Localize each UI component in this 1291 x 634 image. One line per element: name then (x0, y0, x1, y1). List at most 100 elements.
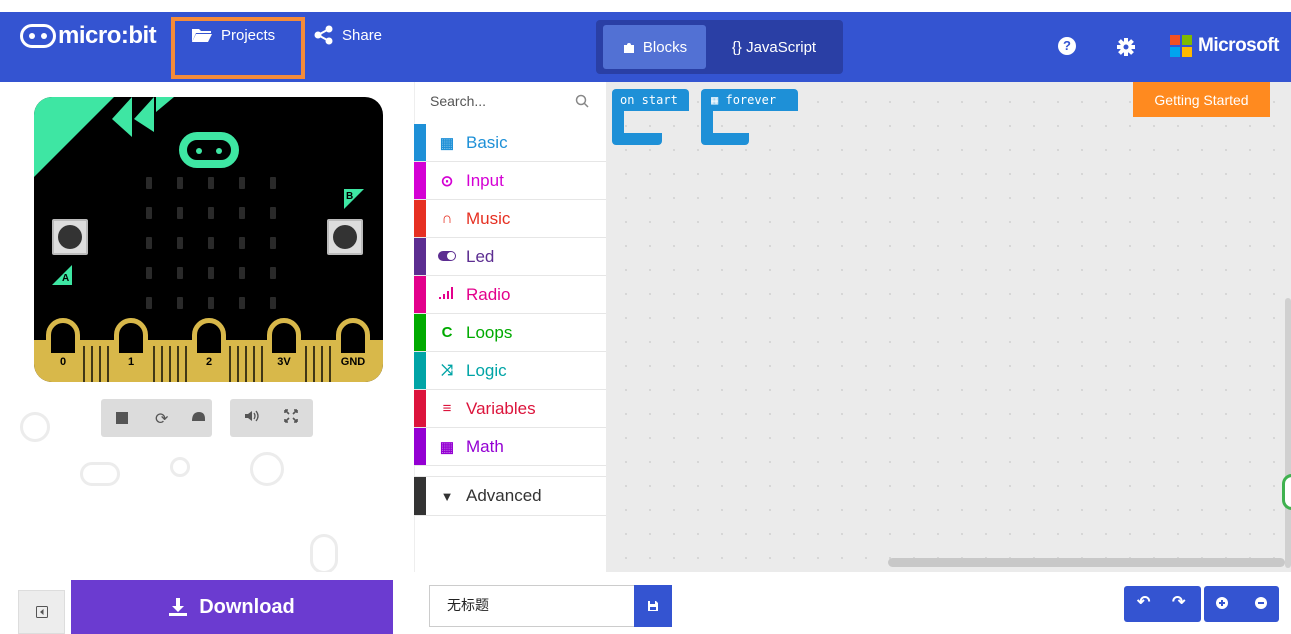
led-pixel (177, 267, 183, 279)
logo-text: micro:bit (58, 22, 157, 49)
projects-label: Projects (221, 26, 276, 44)
microsoft-logo[interactable]: Microsoft (1170, 35, 1280, 57)
lines-icon: ≡ (442, 400, 452, 417)
led-pixel (146, 297, 152, 309)
led-pixel (146, 237, 152, 249)
microbit-face-icon (179, 132, 239, 168)
led-pixel (239, 177, 245, 189)
zoom-in-icon[interactable] (1215, 596, 1229, 615)
mute-icon[interactable] (244, 409, 260, 426)
category-label: Radio (466, 284, 511, 304)
led-pixel (239, 297, 245, 309)
javascript-mode-button[interactable]: {} JavaScript (714, 25, 834, 69)
button-a[interactable] (52, 219, 88, 255)
pin-1[interactable] (114, 318, 148, 358)
getting-started-button[interactable]: Getting Started (1133, 82, 1270, 117)
blocks-mode-button[interactable]: Blocks (603, 25, 706, 69)
advanced-label: Advanced (466, 486, 542, 505)
led-pixel (270, 297, 276, 309)
led-pixel (177, 297, 183, 309)
toggle-icon (438, 248, 456, 265)
button-a-label: A (62, 273, 70, 284)
folder-icon (192, 29, 212, 42)
led-pixel (270, 177, 276, 189)
project-name-input[interactable]: 无标题 (429, 585, 636, 627)
puzzle-icon (623, 43, 634, 53)
category-math[interactable]: ▦ Math (414, 428, 606, 466)
simulator-controls-secondary (230, 399, 313, 437)
on-start-label: on start (612, 89, 689, 111)
undo-redo-group (1124, 586, 1201, 622)
led-pixel (208, 177, 214, 189)
led-pixel (208, 297, 214, 309)
vertical-scrollbar[interactable] (1285, 298, 1291, 568)
led-pixel (146, 207, 152, 219)
restart-icon[interactable]: ⟳ (155, 409, 168, 429)
grid-icon: ▦ (711, 93, 719, 107)
microsoft-label: Microsoft (1198, 35, 1280, 56)
button-b[interactable] (327, 219, 363, 255)
share-button[interactable]: Share (314, 22, 382, 48)
floppy-disk-icon (648, 601, 658, 611)
fullscreen-icon[interactable] (284, 409, 298, 428)
led-pixel (177, 207, 183, 219)
horizontal-scrollbar[interactable] (888, 558, 1285, 567)
category-label: Variables (466, 398, 536, 418)
category-radio[interactable]: Radio (414, 276, 606, 314)
microbit-board[interactable]: A B 0 1 2 3V GND (34, 97, 383, 382)
microbit-logo[interactable]: micro:bit (20, 22, 157, 50)
background-doodle-icon (310, 534, 338, 574)
projects-button[interactable]: Projects (191, 22, 275, 48)
shuffle-icon: ⤨ (440, 362, 453, 379)
signal-icon (438, 286, 456, 303)
search-icon[interactable] (575, 94, 589, 108)
calculator-icon: ▦ (439, 438, 455, 456)
forever-block-header: ▦ forever (701, 89, 798, 111)
pin-0[interactable] (46, 318, 80, 358)
undo-icon[interactable]: ↶ (1137, 592, 1150, 612)
category-led[interactable]: Led (414, 238, 606, 276)
led-pixel (239, 267, 245, 279)
forever-label: forever (725, 93, 777, 107)
led-pixel (177, 177, 183, 189)
category-basic[interactable]: ▦ Basic (414, 124, 606, 162)
gear-icon[interactable] (1116, 37, 1136, 57)
chevron-down-icon: ▼ (440, 488, 454, 504)
led-pixel (177, 237, 183, 249)
trash-handle-icon[interactable] (1282, 474, 1291, 510)
category-label: Math (466, 436, 504, 456)
pin-label: 1 (127, 356, 135, 368)
category-advanced[interactable]: ▼ Advanced (414, 476, 606, 516)
category-variables[interactable]: ≡ Variables (414, 390, 606, 428)
on-start-block[interactable]: on start (612, 89, 692, 146)
category-logic[interactable]: ⤨ Logic (414, 352, 606, 390)
download-button[interactable]: Download (71, 580, 393, 634)
board-corner-decoration (34, 97, 174, 177)
collapse-simulator-button[interactable] (18, 590, 65, 634)
slow-mo-icon[interactable] (190, 409, 206, 428)
stop-icon[interactable] (116, 409, 128, 424)
category-input[interactable]: ⊙ Input (414, 162, 606, 200)
share-icon (314, 25, 333, 45)
redo-icon[interactable]: ↷ (1172, 592, 1185, 612)
help-icon[interactable]: ? (1058, 37, 1076, 55)
target-icon: ⊙ (440, 172, 454, 190)
forever-block[interactable]: ▦ forever (701, 89, 801, 146)
led-pixel (270, 237, 276, 249)
save-button[interactable] (634, 585, 672, 627)
category-loops[interactable]: C Loops (414, 314, 606, 352)
loop-icon: C (441, 324, 453, 341)
category-music[interactable]: ∩ Music (414, 200, 606, 238)
pin-3v[interactable] (267, 318, 301, 358)
led-pixel (208, 207, 214, 219)
pin-gnd[interactable] (336, 318, 370, 358)
blocks-workspace[interactable] (606, 82, 1291, 572)
zoom-out-icon[interactable] (1254, 596, 1268, 615)
pin-2[interactable] (192, 318, 226, 358)
led-pixel (239, 207, 245, 219)
pin-label: 2 (205, 356, 213, 368)
app-root: micro:bit Projects Share Blocks {} JavaS… (0, 0, 1291, 634)
microsoft-grid-icon (1170, 35, 1192, 57)
search-input[interactable]: Search... (430, 93, 486, 109)
category-label: Loops (466, 322, 513, 342)
